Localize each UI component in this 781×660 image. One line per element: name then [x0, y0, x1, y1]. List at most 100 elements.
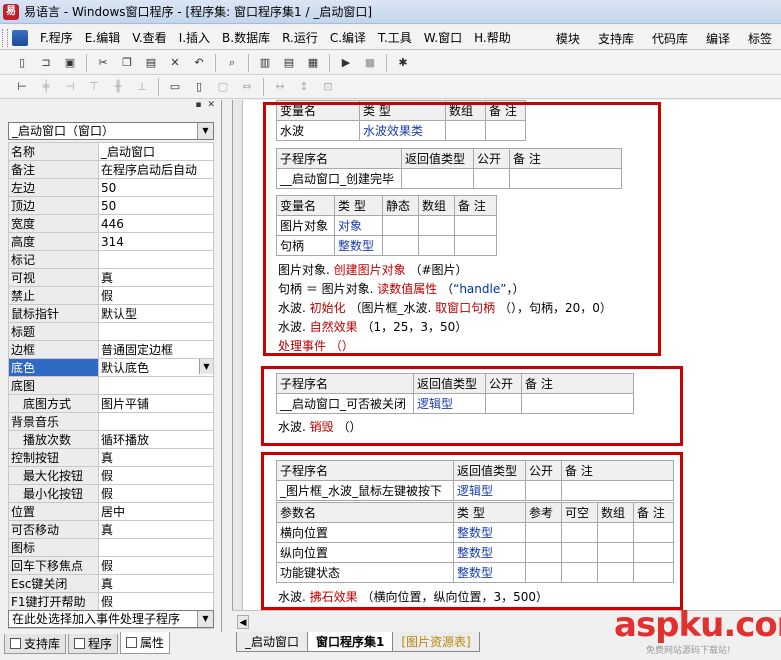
property-value[interactable]: 446 [98, 214, 214, 233]
menu-support-lib[interactable]: 支持库 [589, 30, 643, 47]
center-v-icon[interactable]: ↕ [295, 78, 313, 96]
paste-icon[interactable]: ▤ [142, 54, 160, 72]
find-icon[interactable]: ⌕ [223, 54, 241, 72]
menu-run[interactable]: R.运行 [276, 29, 324, 46]
property-row[interactable]: 标记 [8, 250, 214, 269]
property-row[interactable]: 背景音乐 [8, 412, 214, 431]
property-row[interactable]: 底图方式 图片平铺 [8, 394, 214, 413]
tab-startup-window[interactable]: _启动窗口 [236, 632, 309, 652]
property-row[interactable]: 最大化按钮假 [8, 466, 214, 485]
property-row[interactable]: 回车下移焦点假 [8, 556, 214, 575]
property-row[interactable]: 禁止假 [8, 286, 214, 305]
tab-image-resources[interactable]: [图片资源表] [392, 632, 480, 652]
menu-build[interactable]: 编译 [697, 30, 739, 47]
property-value[interactable]: 假 [98, 466, 214, 485]
chevron-down-icon[interactable]: ▼ [197, 611, 213, 627]
cut-icon[interactable]: ✂ [94, 54, 112, 72]
align-top-icon[interactable]: ⊤ [85, 78, 103, 96]
property-value[interactable]: 普通固定边框 [98, 340, 214, 359]
copy-icon[interactable]: ❐ [118, 54, 136, 72]
center-h-icon[interactable]: ↔ [271, 78, 289, 96]
property-value[interactable] [98, 538, 214, 557]
space-h-icon[interactable]: ⇔ [238, 78, 256, 96]
property-value[interactable]: 50 [98, 196, 214, 215]
property-row[interactable]: 图标 [8, 538, 214, 557]
stop-icon[interactable]: ■ [361, 54, 379, 72]
property-row[interactable]: 宽度 446 [8, 214, 214, 233]
menu-code-lib[interactable]: 代码库 [643, 30, 697, 47]
view2-icon[interactable]: ▤ [280, 54, 298, 72]
property-value[interactable]: 循环播放 [98, 430, 214, 449]
align-left-icon[interactable]: ⊢ [13, 78, 31, 96]
pin-icon[interactable]: ▪ [195, 100, 201, 112]
property-value[interactable]: 在程序启动后自动 [98, 160, 214, 179]
tab-properties[interactable]: 属性 [120, 632, 171, 654]
view-icon[interactable]: ▥ [256, 54, 274, 72]
save-icon[interactable]: ▣ [61, 54, 79, 72]
property-value[interactable]: 真 [98, 448, 214, 467]
run-icon[interactable]: ▶ [337, 54, 355, 72]
menu-tools[interactable]: T.工具 [372, 29, 418, 46]
menu-compile[interactable]: C.编译 [324, 29, 372, 46]
property-value[interactable]: 居中 [98, 502, 214, 521]
property-value[interactable]: 默认型 [98, 304, 214, 323]
menu-tags[interactable]: 标签 [739, 30, 781, 47]
scroll-left-icon[interactable]: ◀ [237, 615, 249, 629]
menu-edit[interactable]: E.编辑 [79, 29, 126, 46]
document-icon[interactable] [12, 29, 28, 46]
property-value[interactable] [98, 322, 214, 341]
property-row[interactable]: 名称 _启动窗口 [8, 142, 214, 161]
undo-icon[interactable]: ↶ [190, 54, 208, 72]
event-selector[interactable]: 在此处选择加入事件处理子程序 ▼ [8, 610, 214, 628]
menu-window[interactable]: W.窗口 [418, 29, 468, 46]
tab-window-assembly[interactable]: 窗口程序集1 [307, 632, 394, 652]
property-value[interactable]: 假 [98, 592, 214, 611]
property-value[interactable]: 真 [98, 268, 214, 287]
property-value[interactable]: 默认底色 ▼ [98, 358, 214, 377]
menu-insert[interactable]: I.插入 [173, 29, 216, 46]
property-row[interactable]: 左边 50 [8, 178, 214, 197]
align-middle-icon[interactable]: ╫ [109, 78, 127, 96]
debug-icon[interactable]: ✱ [394, 54, 412, 72]
property-value[interactable] [98, 412, 214, 431]
delete-icon[interactable]: ✕ [166, 54, 184, 72]
property-row[interactable]: 高度 314 [8, 232, 214, 251]
same-height-icon[interactable]: ▯ [190, 78, 208, 96]
property-value[interactable]: 假 [98, 286, 214, 305]
open-icon[interactable]: ⊐ [37, 54, 55, 72]
menu-module[interactable]: 模块 [547, 30, 589, 47]
menu-database[interactable]: B.数据库 [216, 29, 276, 46]
property-row[interactable]: 控制按钮真 [8, 448, 214, 467]
align-right-icon[interactable]: ⊣ [61, 78, 79, 96]
property-value[interactable]: 50 [98, 178, 214, 197]
tab-program[interactable]: 程序 [68, 634, 119, 654]
property-row[interactable]: 位置 居中 [8, 502, 214, 521]
lock-icon[interactable]: ⊡ [319, 78, 337, 96]
property-row[interactable]: 播放次数 循环播放 [8, 430, 214, 449]
property-value[interactable] [98, 376, 214, 395]
view3-icon[interactable]: ▦ [304, 54, 322, 72]
property-value[interactable]: 真 [98, 574, 214, 593]
property-row[interactable]: Esc键关闭真 [8, 574, 214, 593]
menu-view[interactable]: V.查看 [126, 29, 172, 46]
chevron-down-icon[interactable]: ▼ [197, 123, 213, 139]
property-value[interactable]: 图片平铺 [98, 394, 214, 413]
property-row[interactable]: 备注 在程序启动后自动 [8, 160, 214, 179]
same-width-icon[interactable]: ▭ [166, 78, 184, 96]
new-icon[interactable]: ▯ [13, 54, 31, 72]
close-icon[interactable]: ✕ [207, 100, 215, 112]
menu-help[interactable]: H.帮助 [468, 29, 517, 46]
property-value[interactable] [98, 250, 214, 269]
property-row[interactable]: 可视真 [8, 268, 214, 287]
align-bottom-icon[interactable]: ⊥ [133, 78, 151, 96]
property-row[interactable]: 底色 默认底色 ▼ [8, 358, 214, 377]
property-row[interactable]: F1键打开帮助假 [8, 592, 214, 611]
property-value[interactable]: 真 [98, 520, 214, 539]
property-row[interactable]: 最小化按钮假 [8, 484, 214, 503]
property-row[interactable]: 顶边 50 [8, 196, 214, 215]
property-row[interactable]: 底图 [8, 376, 214, 395]
chevron-down-icon[interactable]: ▼ [199, 359, 213, 374]
same-size-icon[interactable]: ▢ [214, 78, 232, 96]
property-row[interactable]: 标题 [8, 322, 214, 341]
property-value[interactable]: 假 [98, 556, 214, 575]
